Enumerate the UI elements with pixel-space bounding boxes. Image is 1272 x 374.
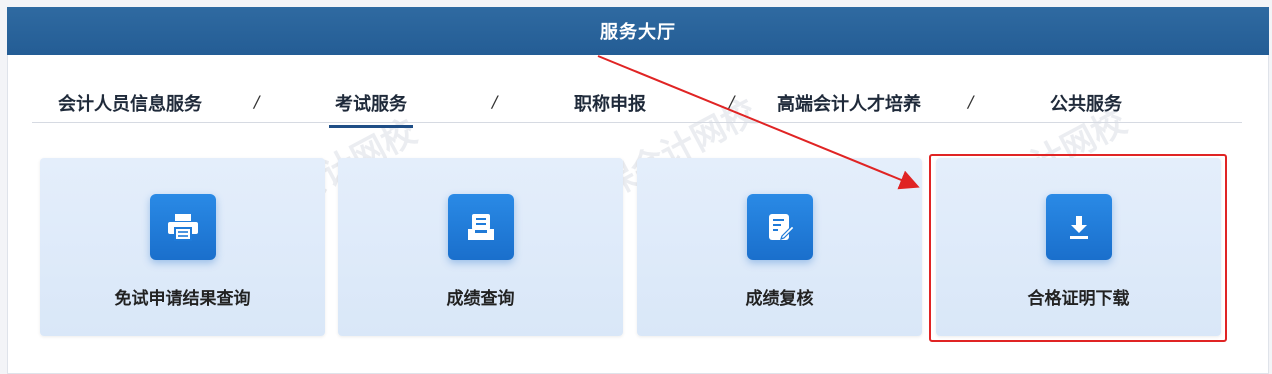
service-tabs: 会计人员信息服务 / 考试服务 / 职称申报 / 高端会计人才培养 / 公共服务 bbox=[32, 82, 1242, 128]
card-label: 合格证明下载 bbox=[1027, 289, 1130, 309]
tab-title-application[interactable]: 职称申报 bbox=[574, 90, 646, 116]
card-score-review[interactable]: 成绩复核 bbox=[637, 158, 922, 336]
header-bar: 服务大厅 bbox=[7, 7, 1269, 55]
card-label: 成绩复核 bbox=[745, 289, 814, 309]
download-icon bbox=[1045, 194, 1112, 260]
card-label: 成绩查询 bbox=[446, 289, 515, 309]
edit-document-icon bbox=[746, 194, 813, 260]
tab-separator: / bbox=[492, 92, 498, 111]
tab-accountant-info[interactable]: 会计人员信息服务 bbox=[58, 90, 202, 116]
tab-public-services[interactable]: 公共服务 bbox=[1050, 90, 1122, 116]
card-exemption-result-query[interactable]: 免试申请结果查询 bbox=[40, 158, 325, 336]
tab-separator: / bbox=[729, 92, 735, 111]
printer-icon bbox=[149, 194, 216, 260]
card-label: 免试申请结果查询 bbox=[114, 289, 251, 309]
tab-senior-talent[interactable]: 高端会计人才培养 bbox=[777, 90, 921, 116]
document-tray-icon bbox=[447, 194, 514, 260]
card-score-query[interactable]: 成绩查询 bbox=[338, 158, 623, 336]
page-title: 服务大厅 bbox=[600, 22, 676, 43]
tab-exam-services[interactable]: 考试服务 bbox=[329, 90, 413, 128]
tab-separator: / bbox=[968, 92, 974, 111]
tab-separator: / bbox=[254, 92, 260, 111]
card-certificate-download[interactable]: 合格证明下载 bbox=[936, 158, 1221, 336]
